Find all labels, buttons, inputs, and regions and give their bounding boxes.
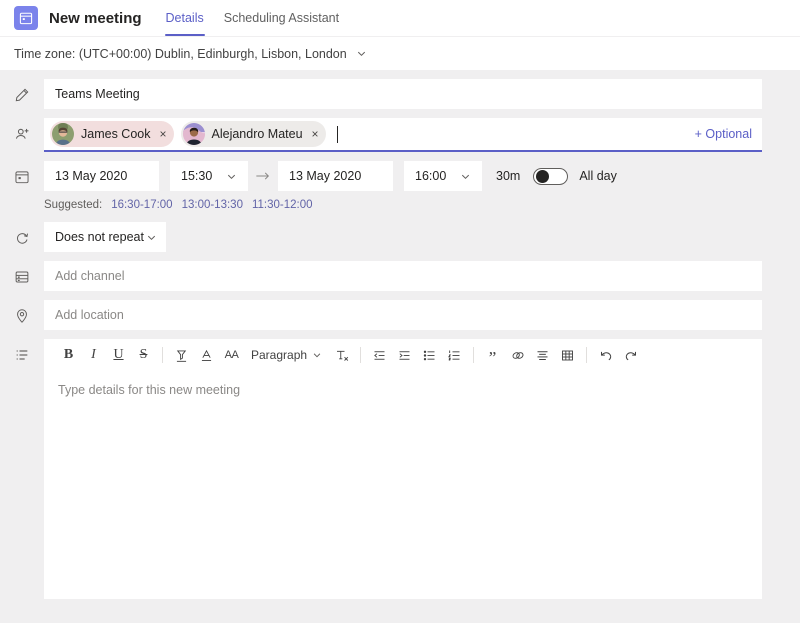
window-header: New meeting Details Scheduling Assistant bbox=[0, 0, 800, 37]
attendees-input[interactable]: James Cook × Alejandro Mateu × + Optiona… bbox=[44, 118, 762, 152]
chevron-down-icon[interactable] bbox=[356, 48, 367, 59]
repeat-select[interactable]: Does not repeat bbox=[44, 222, 166, 252]
avatar bbox=[52, 123, 74, 145]
add-person-icon bbox=[0, 118, 44, 143]
all-day-label: All day bbox=[579, 169, 617, 183]
subject-field-area: Teams Meeting bbox=[44, 79, 800, 109]
font-size-icon[interactable]: AA bbox=[219, 342, 244, 368]
numbered-list-icon[interactable] bbox=[442, 342, 467, 368]
datetime-field-area: 13 May 2020 15:30 13 May 2020 16:00 30m … bbox=[44, 161, 800, 213]
add-optional-attendees-button[interactable]: + Optional bbox=[685, 127, 752, 141]
details-editor: B I U S AA Paragraph ” Type details for … bbox=[44, 339, 762, 599]
avatar bbox=[182, 123, 205, 145]
location-field-area: Add location bbox=[44, 300, 800, 330]
chevron-down-icon[interactable] bbox=[312, 350, 322, 360]
page-title: New meeting bbox=[49, 9, 142, 27]
attendees-row: James Cook × Alejandro Mateu × + Optiona… bbox=[0, 118, 800, 152]
datetime-controls: 13 May 2020 15:30 13 May 2020 16:00 30m … bbox=[44, 161, 762, 191]
details-body-input[interactable]: Type details for this new meeting bbox=[44, 371, 762, 599]
calendar-icon bbox=[14, 6, 38, 30]
tab-bar: Details Scheduling Assistant bbox=[156, 0, 350, 36]
duration-label: 30m bbox=[496, 169, 521, 183]
toggle-knob bbox=[536, 169, 550, 183]
details-field-area: B I U S AA Paragraph ” Type details for … bbox=[44, 339, 800, 599]
highlight-icon[interactable] bbox=[169, 342, 194, 368]
channel-input[interactable]: Add channel bbox=[44, 261, 762, 291]
repeat-field-area: Does not repeat bbox=[44, 222, 800, 252]
suggested-label: Suggested: bbox=[44, 199, 103, 211]
toolbar-divider bbox=[586, 347, 588, 363]
subject-input[interactable]: Teams Meeting bbox=[44, 79, 762, 109]
attendee-name: James Cook bbox=[81, 127, 151, 141]
suggested-times: Suggested: 16:30-17:00 13:00-13:30 11:30… bbox=[44, 199, 762, 211]
align-icon[interactable] bbox=[530, 342, 555, 368]
remove-attendee-icon[interactable]: × bbox=[159, 128, 166, 140]
timezone-bar[interactable]: Time zone: (UTC+00:00) Dublin, Edinburgh… bbox=[0, 37, 800, 70]
italic-button[interactable]: I bbox=[81, 342, 106, 368]
start-date-input[interactable]: 13 May 2020 bbox=[44, 161, 159, 191]
undo-icon[interactable] bbox=[593, 342, 618, 368]
channel-field-area: Add channel bbox=[44, 261, 800, 291]
meeting-form: Teams Meeting James Cook × Alejandro Mat… bbox=[0, 70, 800, 599]
end-time-value: 16:00 bbox=[415, 169, 447, 183]
chevron-down-icon[interactable] bbox=[460, 171, 471, 182]
font-color-icon[interactable] bbox=[194, 342, 219, 368]
all-day-toggle[interactable] bbox=[533, 167, 569, 185]
start-time-select[interactable]: 15:30 bbox=[170, 161, 248, 191]
details-icon bbox=[0, 339, 44, 363]
repeat-value: Does not repeat bbox=[55, 230, 144, 244]
paragraph-style-label: Paragraph bbox=[251, 348, 308, 362]
chevron-down-icon[interactable] bbox=[146, 232, 157, 243]
quote-icon[interactable]: ” bbox=[480, 342, 505, 368]
attendee-chip[interactable]: Alejandro Mateu × bbox=[180, 121, 326, 147]
paragraph-style-select[interactable]: Paragraph bbox=[244, 342, 329, 368]
pencil-icon bbox=[0, 79, 44, 103]
suggested-slot[interactable]: 16:30-17:00 bbox=[111, 199, 172, 211]
formatting-toolbar: B I U S AA Paragraph ” bbox=[44, 339, 762, 371]
clear-formatting-icon[interactable] bbox=[329, 342, 354, 368]
suggested-slot[interactable]: 11:30-12:00 bbox=[252, 199, 313, 211]
channel-row: Add channel bbox=[0, 261, 800, 291]
channel-icon bbox=[0, 261, 44, 285]
underline-button[interactable]: U bbox=[106, 342, 131, 368]
end-time-select[interactable]: 16:00 bbox=[404, 161, 482, 191]
chevron-down-icon[interactable] bbox=[226, 171, 237, 182]
increase-indent-icon[interactable] bbox=[392, 342, 417, 368]
repeat-row: Does not repeat bbox=[0, 222, 800, 252]
bulleted-list-icon[interactable] bbox=[417, 342, 442, 368]
calendar-icon bbox=[0, 161, 44, 185]
attendee-name: Alejandro Mateu bbox=[211, 127, 303, 141]
arrow-right-icon bbox=[248, 170, 278, 182]
insert-table-icon[interactable] bbox=[555, 342, 580, 368]
tab-details[interactable]: Details bbox=[156, 0, 214, 36]
toolbar-divider bbox=[360, 347, 362, 363]
text-caret bbox=[336, 125, 338, 143]
location-input[interactable]: Add location bbox=[44, 300, 762, 330]
tab-scheduling-assistant[interactable]: Scheduling Assistant bbox=[214, 0, 349, 36]
end-date-input[interactable]: 13 May 2020 bbox=[278, 161, 393, 191]
toolbar-divider bbox=[473, 347, 475, 363]
location-pin-icon bbox=[0, 300, 44, 324]
timezone-label: Time zone: (UTC+00:00) Dublin, Edinburgh… bbox=[14, 46, 347, 61]
subject-row: Teams Meeting bbox=[0, 79, 800, 109]
bold-button[interactable]: B bbox=[56, 342, 81, 368]
suggested-slot[interactable]: 13:00-13:30 bbox=[182, 199, 243, 211]
details-row: B I U S AA Paragraph ” Type details for … bbox=[0, 339, 800, 599]
strikethrough-button[interactable]: S bbox=[131, 342, 156, 368]
insert-link-icon[interactable] bbox=[505, 342, 530, 368]
attendees-field-area: James Cook × Alejandro Mateu × + Optiona… bbox=[44, 118, 800, 152]
toolbar-divider bbox=[162, 347, 163, 363]
remove-attendee-icon[interactable]: × bbox=[312, 128, 319, 140]
repeat-icon bbox=[0, 222, 44, 246]
redo-icon[interactable] bbox=[618, 342, 643, 368]
decrease-indent-icon[interactable] bbox=[367, 342, 392, 368]
datetime-row: 13 May 2020 15:30 13 May 2020 16:00 30m … bbox=[0, 161, 800, 213]
start-time-value: 15:30 bbox=[181, 169, 213, 183]
location-row: Add location bbox=[0, 300, 800, 330]
attendee-chip[interactable]: James Cook × bbox=[50, 121, 174, 147]
